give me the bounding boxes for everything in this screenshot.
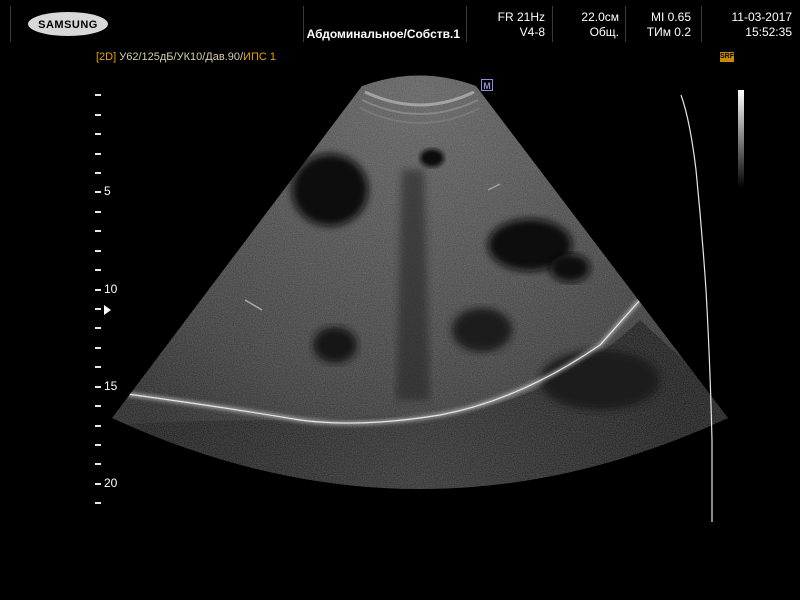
header-divider (701, 6, 702, 42)
depth-label-10: 10 (104, 282, 118, 296)
depth-tick (95, 405, 101, 407)
mode-value: Общ. (589, 25, 619, 39)
depth-tick (95, 386, 101, 388)
frame-rate: FR 21Hz (497, 10, 545, 24)
depth-tick (95, 308, 101, 310)
depth-tick (95, 191, 101, 193)
imaging-settings: [2D] У62/125дБ/УК10/Дав.90/ИПС 1 (96, 51, 276, 63)
brand-text: SAMSUNG (38, 19, 98, 31)
orientation-m-icon: M (481, 79, 493, 91)
depth-tick (95, 483, 101, 485)
depth-tick (95, 133, 101, 135)
depth-tick (95, 250, 101, 252)
depth-tick (95, 289, 101, 291)
depth-tick (95, 172, 101, 174)
srf-badge: SRF (720, 52, 734, 62)
date-value: 11-03-2017 (731, 10, 793, 24)
tim-value: ТИм 0.2 (646, 25, 691, 39)
header-divider (466, 6, 467, 42)
samsung-logo: SAMSUNG (28, 12, 108, 36)
depth-tick (95, 269, 101, 271)
depth-label-15: 15 (104, 379, 118, 393)
ips-value: ИПС 1 (243, 51, 276, 63)
header-divider (10, 6, 11, 42)
ultrasound-image (112, 75, 728, 522)
depth-tick (95, 444, 101, 446)
depth-tick (95, 114, 101, 116)
header-bar: SAMSUNG Абдоминальное/Собств.1 FR 21Hz V… (0, 0, 800, 46)
preset-label: Абдоминальное/Собств.1 (306, 27, 460, 41)
probe-name: V4-8 (519, 25, 545, 39)
depth-tick (95, 94, 101, 96)
depth-tick (95, 153, 101, 155)
depth-label-20: 20 (104, 476, 118, 490)
grayscale-bar (738, 90, 744, 188)
settings-params: У62/125дБ/УК10/Дав.90/ (119, 51, 244, 63)
depth-tick (95, 347, 101, 349)
header-divider (552, 6, 553, 42)
depth-tick (95, 366, 101, 368)
time-value: 15:52:35 (745, 25, 792, 39)
depth-tick (95, 463, 101, 465)
depth-tick (95, 230, 101, 232)
header-divider (303, 6, 304, 42)
depth-tick (95, 211, 101, 213)
focus-triangle-icon[interactable] (104, 305, 111, 315)
mi-value: MI 0.65 (650, 10, 691, 24)
depth-tick (95, 502, 101, 504)
depth-value: 22.0см (581, 10, 619, 24)
header-divider (625, 6, 626, 42)
depth-label-5: 5 (104, 184, 111, 198)
ultrasound-screen: SAMSUNG Абдоминальное/Собств.1 FR 21Hz V… (0, 0, 800, 600)
depth-tick (95, 327, 101, 329)
mode-tag: [2D] (96, 51, 117, 63)
depth-tick (95, 425, 101, 427)
